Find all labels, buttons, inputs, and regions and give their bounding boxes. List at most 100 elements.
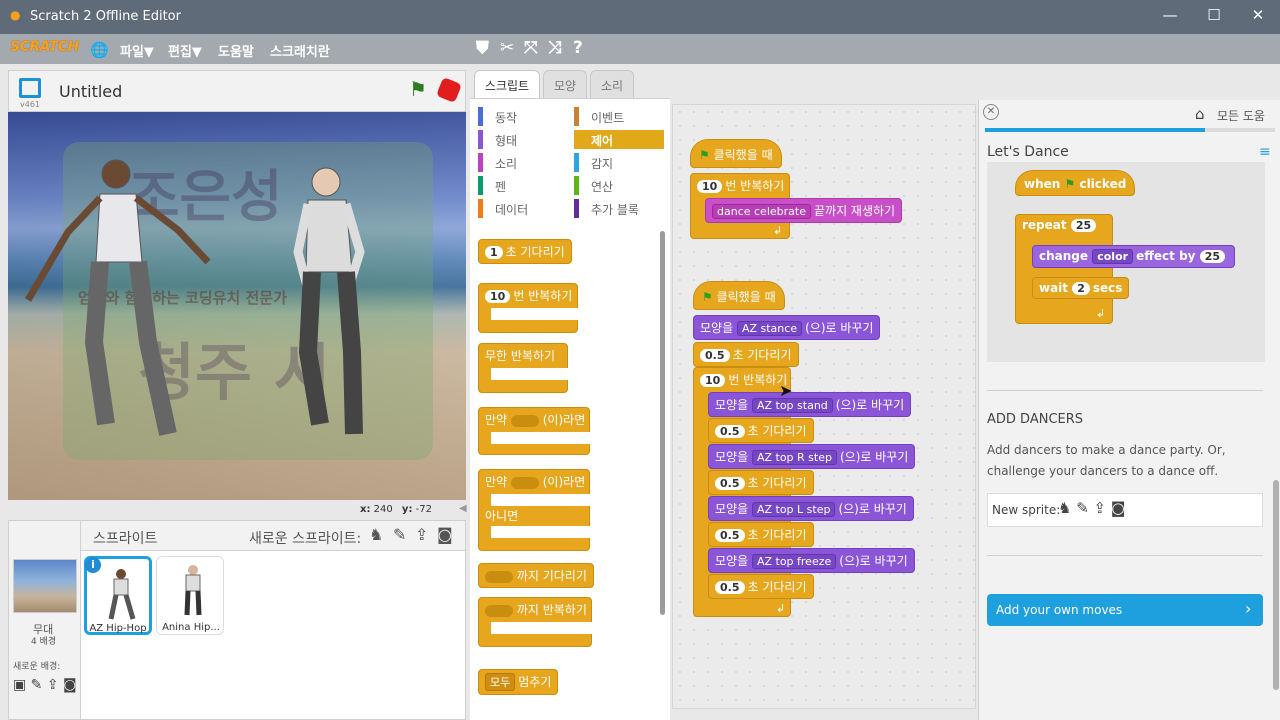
duplicate-icon[interactable]: ⛊ [476,38,489,58]
example-wait: wait 2 secs [1032,277,1130,299]
wait-block[interactable]: 0.5 초 기다리기 [708,522,814,547]
palette-wait-block[interactable]: 1초 기다리기 [478,239,572,264]
paint-sprite-icon[interactable]: ✎ [393,525,406,544]
new-sprite-strip: New sprite: ♞ ✎ ⇪ ◙ [987,493,1263,527]
choose-sprite-icon[interactable]: ♞ [369,525,383,544]
shrink-icon[interactable]: ⤨ [548,38,562,58]
category-item[interactable]: 펜 [478,176,568,195]
repeat-block-2[interactable]: 10 번 반복하기 모양을 AZ top stand (으)로 바꾸기 0.5 초 기… [693,367,916,617]
palette-if-else-block[interactable]: 만약 (이)라면 아니면 [478,469,591,551]
palette-scrollbar[interactable] [660,231,665,615]
menu-bar: SCRATCH 🌐 파일▼ 편집▼ 도움말 스크래치란 ⛊ ✂ ⤧ ⤨ ? [0,34,1280,64]
tab-sounds[interactable]: 소리 [590,70,634,98]
when-flag-hat-2[interactable]: ⚑ 클릭했을 때 [693,281,785,310]
x-value: 240 [373,504,393,515]
palette-repeat-until-block[interactable]: 까지 반복하기 [478,597,593,647]
globe-icon[interactable]: 🌐 [90,41,109,59]
new-sprite-text: New sprite: [992,503,1061,517]
when-flag-hat-1[interactable]: ⚑ 클릭했을 때 [690,139,782,168]
menu-file[interactable]: 파일▼ [120,41,154,60]
switch-costume-block[interactable]: 모양을 AZ top L step (으)로 바꾸기 [708,496,914,521]
stop-icon[interactable] [435,76,463,104]
palette-if-block[interactable]: 만약 (이)라면 [478,407,591,455]
tab-costumes[interactable]: 모양 [543,70,587,98]
home-icon[interactable]: ⌂ [1195,105,1205,123]
chevron-right-icon: › [1245,599,1252,618]
category-item[interactable]: 연산 [574,176,664,195]
window-title: Scratch 2 Offline Editor [30,9,181,24]
dancer-sprites[interactable] [8,112,466,500]
switch-costume-block[interactable]: 모양을 AZ top stand (으)로 바꾸기 [708,392,912,417]
stage[interactable]: 조은성 엄마와 함께하는 코딩유치 전문가 청주 시 [8,112,466,500]
category-item[interactable]: 데이터 [478,199,568,218]
section-description: Add dancers to make a dance party. Or, c… [987,443,1226,478]
sprite-tile-az[interactable]: i AZ Hip-Hop [84,556,152,635]
anina-dancer [293,167,365,435]
minimize-button[interactable]: — [1150,6,1190,24]
wait-block[interactable]: 0.5 초 기다리기 [708,418,814,443]
help-icon[interactable]: ? [573,38,583,58]
mouse-coordinates: x: 240 y: -72 [360,504,432,515]
collapse-stage-icon[interactable]: ◀ [459,503,467,514]
switch-costume-block[interactable]: 모양을 AZ top freeze (으)로 바꾸기 [708,548,915,573]
switch-costume-block[interactable]: 모양을 AZ top R step (으)로 바꾸기 [708,444,916,469]
menu-edit[interactable]: 편집▼ [168,41,202,60]
camera-sprite-icon[interactable]: ◙ [437,525,453,544]
wait-block[interactable]: 0.5 초 기다리기 [708,470,814,495]
play-sound-block[interactable]: dance celebrate 끝까지 재생하기 [705,198,903,223]
maximize-button[interactable]: ☐ [1194,6,1234,24]
scripts-area[interactable]: ⚑ 클릭했을 때 10 번 반복하기 dance celebrate 끝까지 재생하… [672,104,976,709]
progress-track [985,128,1275,132]
scratch-logo[interactable]: SCRATCH [10,39,79,55]
grow-icon[interactable]: ⤧ [524,38,538,58]
version-label: v461 [20,100,41,109]
next-tip-button[interactable]: Add your own moves › [987,594,1263,626]
project-title[interactable]: Untitled [59,82,122,101]
green-flag-icon[interactable]: ⚑ [409,77,427,101]
category-item[interactable]: 이벤트 [574,107,664,126]
tips-scrollbar[interactable] [1273,480,1279,690]
category-item[interactable]: 동작 [478,107,568,126]
category-item[interactable]: 제어 [574,130,664,149]
app-icon: ● [10,8,21,22]
repeat-block-1[interactable]: 10 번 반복하기 dance celebrate 끝까지 재생하기 ↲ [690,173,903,239]
sprite-tile-anina[interactable]: Anina Hip... [156,556,224,635]
sprite-source-icons: ♞ ✎ ⇪ ◙ [1058,499,1126,517]
category-item[interactable]: 소리 [478,153,568,172]
upload-sprite-icon[interactable]: ⇪ [415,525,428,544]
tab-scripts[interactable]: 스크립트 [474,70,540,98]
wait-block[interactable]: 0.5 초 기다리기 [708,574,814,599]
loop-arrow-icon: ↲ [776,602,786,615]
block-palette: 동작 이벤트형태 제어소리 감지펜 연산데이터 추가 블록 1초 기다리기 10 번 반복하… [470,98,670,720]
tip-example-image: when ⚑ clicked repeat 25 change color eff… [987,162,1265,362]
category-item[interactable]: 형태 [478,130,568,149]
menu-about[interactable]: 스크래치란 [270,41,330,60]
backdrop-tools-icons[interactable]: ▣ ✎ ⇪ ◙ [13,677,77,693]
category-item[interactable]: 추가 블록 [574,199,664,218]
stage-header: v461 Untitled ⚑ [8,70,466,112]
close-button[interactable]: ✕ [1238,6,1278,24]
sprite-name: AZ Hip-Hop [89,623,147,634]
close-tips-icon[interactable]: ✕ [983,104,999,120]
menu-icon[interactable]: ≡ [1259,144,1271,160]
y-label: y: [401,504,413,515]
palette-wait-until-block[interactable]: 까지 기다리기 [478,563,594,588]
palette-repeat-block[interactable]: 10 번 반복하기 [478,283,579,333]
backdrop-count: 4 배경 [31,637,57,647]
stage-thumbnail[interactable] [13,559,77,613]
sprites-header: 스프라이트 [93,531,158,547]
cut-icon[interactable]: ✂ [500,38,514,58]
sprite-thumb-az [108,569,136,620]
palette-stop-block[interactable]: 모두 멈추기 [478,669,559,695]
info-icon[interactable]: i [85,557,101,573]
category-item[interactable]: 감지 [574,153,664,172]
menu-tips[interactable]: 도움말 [218,41,254,60]
palette-forever-block[interactable]: 무한 반복하기 [478,343,569,393]
all-tips-link[interactable]: 모든 도움 [1217,107,1265,124]
switch-costume-block[interactable]: 모양을 AZ stance (으)로 바꾸기 [693,315,881,340]
title-bar: ● Scratch 2 Offline Editor — ☐ ✕ [0,0,1280,34]
wait-block[interactable]: 0.5 초 기다리기 [693,342,799,367]
fullscreen-icon[interactable] [19,78,41,98]
y-value: -72 [415,504,432,515]
loop-arrow-icon: ↲ [773,224,783,237]
